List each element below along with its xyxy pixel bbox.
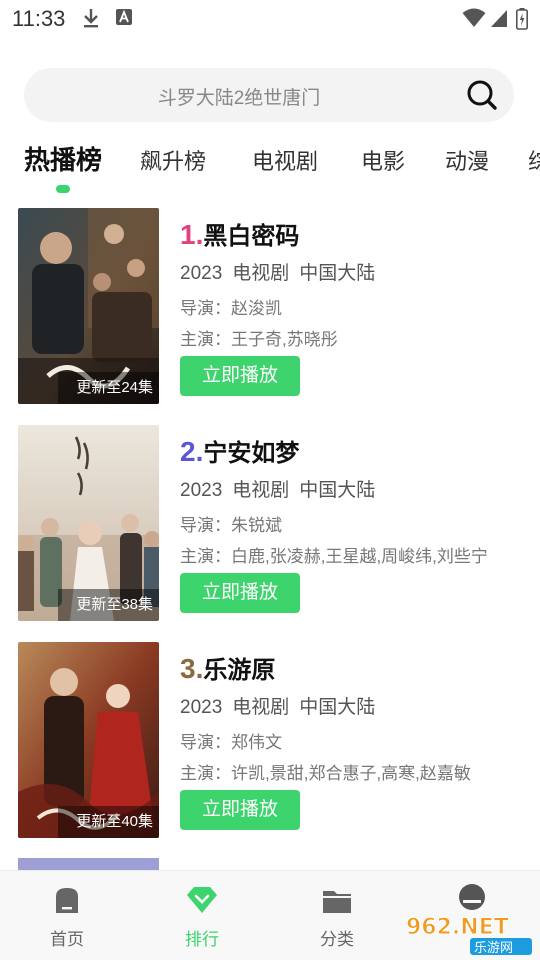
title-text: 黑白密码 (203, 223, 300, 250)
battery-icon (516, 8, 528, 30)
tab-variety[interactable]: 综 (528, 144, 540, 176)
watermark-main: 962.NET (406, 915, 509, 940)
show-title[interactable]: 1.黑白密码 (180, 216, 299, 251)
status-time: 11:33 (12, 6, 66, 31)
tab-indicator (56, 185, 70, 193)
category: 电视剧 (232, 697, 290, 718)
tab-rising[interactable]: 飙升榜 (140, 144, 206, 176)
watermark-sub: 乐游网 (474, 941, 513, 956)
show-title[interactable]: 3.乐游原 (180, 650, 275, 685)
year: 2023 (180, 697, 223, 718)
wifi-icon (462, 8, 486, 27)
cast: 主演：白鹿,张凌赫,王星越,周峻纬,刘些宁 (180, 547, 488, 566)
tab-anime[interactable]: 动漫 (445, 144, 489, 176)
folder-icon (323, 891, 351, 913)
play-button[interactable]: 立即播放 (180, 356, 300, 396)
show-meta: 2023 电视剧 中国大陆 (180, 258, 385, 285)
director: 导演：郑伟文 (180, 733, 282, 752)
cast: 主演：王子奇,苏晓彤 (180, 330, 338, 349)
tab-hot[interactable]: 热播榜 (24, 140, 102, 177)
nav-label: 排行 (185, 930, 219, 949)
list-item[interactable]: 更新至40集 3.乐游原 2023 电视剧 中国大陆 导演：郑伟文 主演：许凯,景甜… (18, 642, 522, 838)
search-icon[interactable] (466, 79, 498, 111)
cast: 主演：许凯,景甜,郑合惠子,高寒,赵嘉敏 (180, 764, 471, 783)
search-input[interactable]: 斗罗大陆2绝世唐门 (24, 83, 454, 110)
title-text: 宁安如梦 (203, 440, 300, 467)
list-item[interactable]: 更新至38集 2.宁安如梦 2023 电视剧 中国大陆 导演：朱锐斌 主演：白鹿,张… (18, 425, 522, 621)
poster-image[interactable]: 更新至40集 (18, 642, 159, 838)
list-item[interactable]: 更新至24集 1.黑白密码 2023 电视剧 中国大陆 导演：赵浚凯 主演：王子奇,… (18, 208, 522, 404)
tab-movie[interactable]: 电影 (361, 144, 405, 176)
rank-number: 3. (180, 653, 204, 684)
nav-label: 首页 (50, 930, 84, 949)
nav-label: 分类 (320, 930, 354, 949)
search-bar[interactable]: 斗罗大陆2绝世唐门 (24, 68, 514, 122)
title-text: 乐游原 (203, 657, 276, 684)
region: 中国大陆 (299, 480, 376, 501)
nav-ranking[interactable]: 排行 (162, 883, 242, 950)
ranking-icon (187, 887, 217, 913)
region: 中国大陆 (299, 697, 376, 718)
rank-number: 1. (180, 219, 204, 250)
site-watermark: 962.NET 乐游网 (406, 915, 532, 956)
show-meta: 2023 电视剧 中国大陆 (180, 475, 385, 502)
poster-image[interactable]: 更新至38集 (18, 425, 159, 621)
play-button[interactable]: 立即播放 (180, 790, 300, 830)
show-title[interactable]: 2.宁安如梦 (180, 433, 299, 468)
poster-image[interactable]: 更新至24集 (18, 208, 159, 404)
year: 2023 (180, 263, 223, 284)
a-badge-icon (116, 9, 132, 25)
nav-category[interactable]: 分类 (297, 883, 377, 950)
episode-badge: 更新至24集 (58, 372, 159, 404)
rank-number: 2. (180, 436, 204, 467)
year: 2023 (180, 480, 223, 501)
show-meta: 2023 电视剧 中国大陆 (180, 692, 385, 719)
episode-badge: 更新至40集 (58, 806, 159, 838)
home-icon (56, 888, 78, 913)
episode-badge: 更新至38集 (58, 589, 159, 621)
director: 导演：朱锐斌 (180, 516, 282, 535)
region: 中国大陆 (299, 263, 376, 284)
category: 电视剧 (232, 263, 290, 284)
download-icon (84, 9, 98, 28)
status-bar: 11:33 (0, 0, 540, 38)
director: 导演：赵浚凯 (180, 299, 282, 318)
play-button[interactable]: 立即播放 (180, 573, 300, 613)
tab-tv[interactable]: 电视剧 (252, 144, 318, 176)
signal-icon (491, 10, 507, 27)
category: 电视剧 (232, 480, 290, 501)
nav-home[interactable]: 首页 (27, 883, 107, 950)
ranking-tabs: 热播榜 飙升榜 电视剧 电影 动漫 综 (0, 140, 540, 200)
